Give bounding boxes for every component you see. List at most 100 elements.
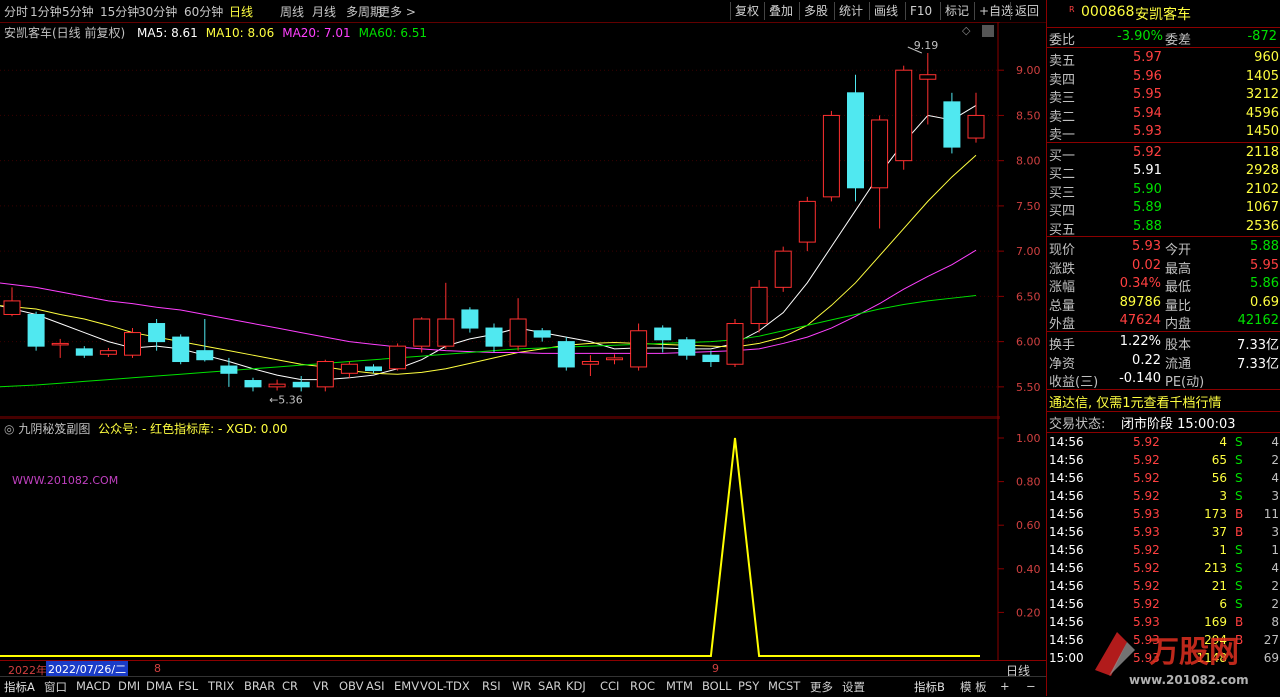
indicator-tab-28[interactable]: + [1000, 679, 1010, 693]
candle[interactable] [340, 361, 358, 378]
indicator-tab-23[interactable]: MCST [768, 679, 800, 693]
chart-option-icon[interactable]: ◇ [962, 24, 970, 37]
promo-link[interactable]: 通达信, 仅需1元查看千档行情 [1047, 391, 1280, 411]
candle[interactable] [461, 307, 479, 333]
indicator-tab-2[interactable]: MACD [76, 679, 110, 693]
candle[interactable] [847, 74, 864, 202]
ask-row[interactable]: 卖四 5.96 1405 [1047, 68, 1280, 88]
toolbar-button-3[interactable]: 统计 [834, 2, 867, 20]
candle[interactable] [630, 323, 648, 371]
candle[interactable] [172, 334, 190, 365]
indicator-tab-21[interactable]: BOLL [702, 679, 732, 693]
candle[interactable] [389, 343, 407, 371]
ask-row[interactable]: 卖三 5.95 3212 [1047, 86, 1280, 106]
indicator-tab-26[interactable]: 指标B [914, 679, 945, 695]
toolbar-button-8[interactable]: 返回 [1010, 2, 1043, 20]
indicator-tab-5[interactable]: FSL [178, 679, 198, 693]
toolbar-button-1[interactable]: 叠加 [764, 2, 797, 20]
period-tab-4[interactable]: 30分钟 [138, 3, 177, 20]
candle[interactable] [774, 246, 792, 292]
candle[interactable] [316, 359, 334, 392]
candle[interactable] [27, 311, 45, 351]
indicator-tab-4[interactable]: DMA [146, 679, 173, 693]
ask-row[interactable]: 卖一 5.93 1450 [1047, 123, 1280, 143]
indicator-tab-25[interactable]: 设置 [842, 679, 865, 695]
candlestick-chart[interactable]: 9.00 8.50 8.00 7.50 7.00 6.50 6.00 5.50 9.19 ←5.3… [0, 22, 1046, 418]
indicator-tab-16[interactable]: SAR [538, 679, 561, 693]
candle[interactable] [678, 337, 696, 360]
bid-row[interactable]: 买四 5.89 1067 [1047, 199, 1280, 219]
candle[interactable] [437, 282, 455, 349]
indicator-tab-27[interactable]: 模 板 [960, 679, 987, 695]
toolbar-button-5[interactable]: F10 [905, 2, 936, 20]
indicator-tab-0[interactable]: 指标A [4, 679, 35, 695]
toolbar-button-2[interactable]: 多股 [799, 2, 832, 20]
candle[interactable] [220, 357, 238, 387]
candle[interactable] [99, 347, 117, 357]
candle[interactable] [702, 350, 720, 367]
candle[interactable] [244, 377, 262, 392]
period-tab-1[interactable]: 1分钟 [30, 3, 62, 20]
candle[interactable] [196, 319, 214, 362]
indicator-tab-11[interactable]: ASI [366, 679, 385, 693]
candle[interactable] [509, 298, 527, 351]
period-tab-0[interactable]: 分时 [4, 3, 28, 20]
bid-row[interactable]: 买三 5.90 2102 [1047, 181, 1280, 201]
period-tab-6[interactable]: 日线 [229, 3, 253, 20]
candle[interactable] [268, 379, 286, 391]
indicator-tab-12[interactable]: EMV [394, 679, 419, 693]
candle[interactable] [606, 354, 623, 365]
candle[interactable] [895, 65, 913, 170]
candle[interactable] [919, 53, 937, 125]
ask-row[interactable]: 卖二 5.94 4596 [1047, 105, 1280, 125]
toggle-icon[interactable]: ◎ [4, 422, 14, 436]
period-tab-5[interactable]: 60分钟 [184, 3, 223, 20]
candle[interactable] [365, 364, 382, 374]
candle[interactable] [581, 355, 599, 376]
candle[interactable] [557, 337, 575, 371]
indicator-tab-17[interactable]: KDJ [566, 679, 586, 693]
period-tab-8[interactable]: 月线 [312, 3, 336, 20]
indicator-tab-8[interactable]: CR [282, 679, 298, 693]
indicator-chart[interactable]: 1.00 0.80 0.60 0.40 0.20 [0, 418, 1046, 660]
candle[interactable] [533, 328, 551, 342]
candle[interactable] [124, 328, 141, 358]
candle[interactable] [51, 338, 69, 358]
toolbar-button-0[interactable]: 复权 [730, 2, 763, 20]
candle[interactable] [148, 319, 166, 351]
indicator-tab-6[interactable]: TRIX [208, 679, 234, 693]
bid-row[interactable]: 买五 5.88 2536 [1047, 218, 1280, 238]
indicator-tab-3[interactable]: DMI [118, 679, 140, 693]
chart-scroll-button[interactable] [982, 25, 994, 37]
bid-row[interactable]: 买一 5.92 2118 [1047, 144, 1280, 164]
indicator-tab-24[interactable]: 更多 [810, 679, 833, 695]
toolbar-button-6[interactable]: 标记 [940, 2, 973, 20]
indicator-tab-22[interactable]: PSY [738, 679, 759, 693]
period-tab-10[interactable]: 更多 > [378, 3, 416, 20]
candle[interactable] [3, 287, 21, 317]
indicator-tab-7[interactable]: BRAR [244, 679, 275, 693]
candle[interactable] [822, 110, 840, 202]
candle[interactable] [967, 92, 985, 143]
indicator-tab-10[interactable]: OBV [339, 679, 363, 693]
period-tab-2[interactable]: 5分钟 [62, 3, 94, 20]
candle[interactable] [750, 280, 768, 333]
ask-row[interactable]: 卖五 5.97 960 [1047, 49, 1280, 69]
bid-row[interactable]: 买二 5.91 2928 [1047, 162, 1280, 182]
indicator-tab-13[interactable]: VOL-TDX [420, 679, 470, 693]
candle[interactable] [485, 323, 503, 353]
candle[interactable] [413, 317, 431, 353]
candle[interactable] [798, 196, 816, 252]
indicator-tab-15[interactable]: WR [512, 679, 531, 693]
toolbar-button-4[interactable]: 画线 [869, 2, 902, 20]
indicator-tab-9[interactable]: VR [313, 679, 329, 693]
indicator-tab-20[interactable]: MTM [666, 679, 693, 693]
period-tab-3[interactable]: 15分钟 [100, 3, 139, 20]
period-tab-7[interactable]: 周线 [280, 3, 304, 20]
candle[interactable] [75, 346, 93, 358]
indicator-tab-14[interactable]: RSI [482, 679, 501, 693]
period-tab-9[interactable]: 多周期 [346, 3, 382, 20]
candle[interactable] [943, 92, 961, 154]
indicator-tab-29[interactable]: − [1026, 679, 1036, 693]
indicator-tab-19[interactable]: ROC [630, 679, 655, 693]
